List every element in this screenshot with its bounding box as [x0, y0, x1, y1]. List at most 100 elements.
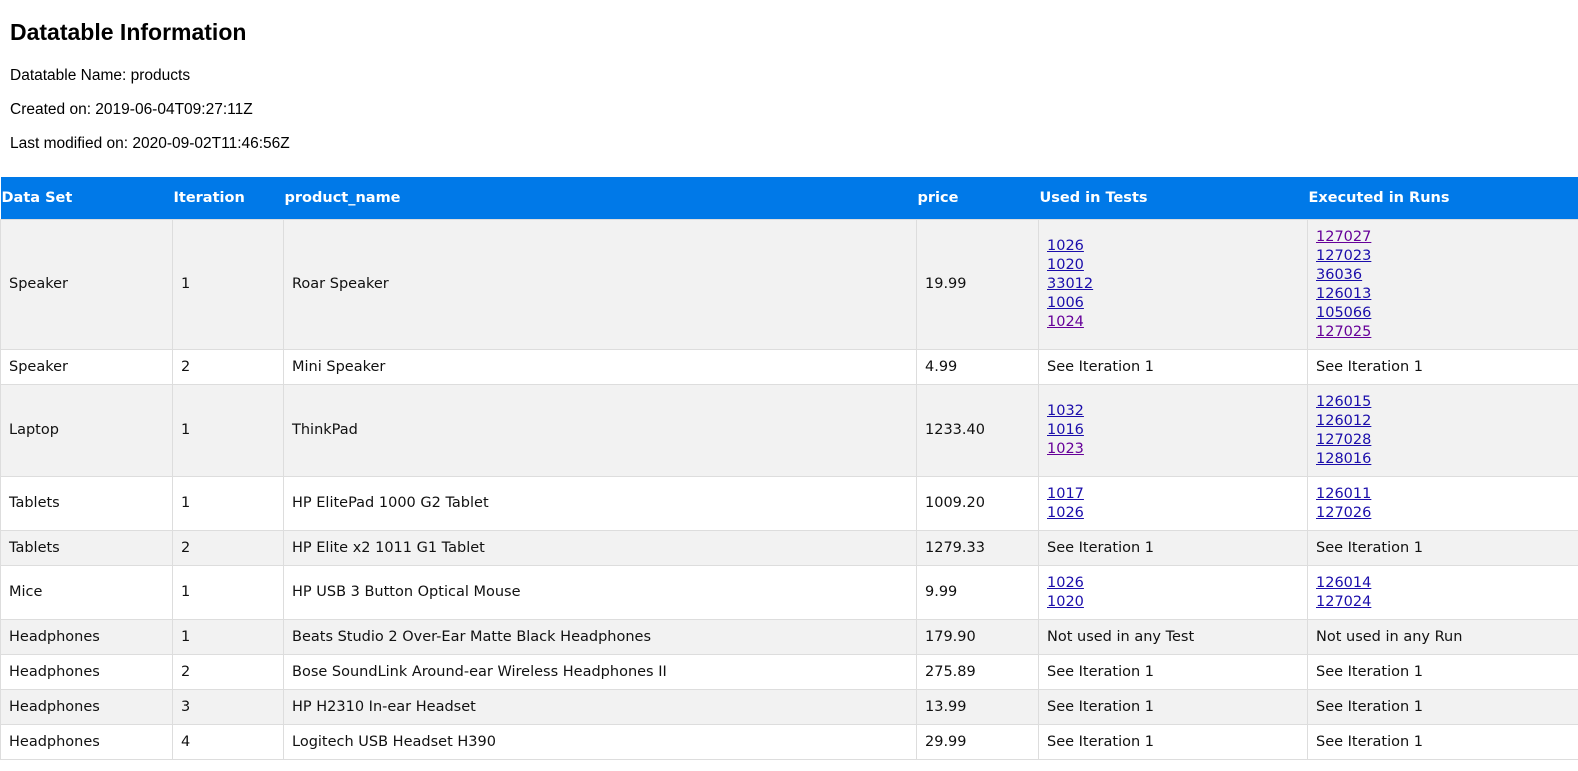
table-row: Headphones 4 Logitech USB Headset H390 29.9…: [0, 724, 1578, 760]
header-data-set: Data Set: [0, 177, 173, 220]
cell-executed-in-runs: 126015 126012 127028 128016: [1307, 384, 1578, 477]
cell-price: 9.99: [916, 565, 1039, 620]
header-iteration: Iteration: [172, 177, 284, 220]
run-link[interactable]: 36036: [1316, 266, 1570, 285]
datatable: Data Set Iteration product_name price Us…: [0, 177, 1578, 760]
cell-data-set: Speaker: [0, 219, 173, 350]
table-row: Headphones 3 HP H2310 In-ear Headset 13.99 S…: [0, 689, 1578, 725]
cell-data-set: Headphones: [0, 724, 173, 760]
cell-product-name: Roar Speaker: [283, 219, 917, 350]
cell-used-in-tests: 1026 1020: [1038, 565, 1308, 620]
test-link[interactable]: 1017: [1047, 485, 1299, 504]
cell-iteration: 4: [172, 724, 284, 760]
datatable-name: Datatable Name: products: [10, 67, 191, 84]
datatable-info: Datatable Information Datatable Name: pr…: [0, 0, 1578, 153]
cell-iteration: 2: [172, 654, 284, 690]
cell-price: 19.99: [916, 219, 1039, 350]
test-link[interactable]: 1020: [1047, 593, 1299, 612]
cell-price: 1009.20: [916, 476, 1039, 531]
test-link[interactable]: 1026: [1047, 574, 1299, 593]
test-link[interactable]: 1026: [1047, 237, 1299, 256]
run-link[interactable]: 127023: [1316, 247, 1570, 266]
cell-iteration: 1: [172, 384, 284, 477]
cell-data-set: Tablets: [0, 530, 173, 566]
run-link[interactable]: 128016: [1316, 450, 1570, 469]
cell-product-name: HP Elite x2 1011 G1 Tablet: [283, 530, 917, 566]
header-price: price: [916, 177, 1039, 220]
test-link[interactable]: 1023: [1047, 440, 1299, 459]
cell-product-name: ThinkPad: [283, 384, 917, 477]
table-row: Headphones 1 Beats Studio 2 Over-Ear Matte…: [0, 619, 1578, 655]
cell-price: 1233.40: [916, 384, 1039, 477]
cell-used-in-tests: 1032 1016 1023: [1038, 384, 1308, 477]
cell-iteration: 1: [172, 476, 284, 531]
run-link[interactable]: 105066: [1316, 304, 1570, 323]
cell-data-set: Mice: [0, 565, 173, 620]
cell-used-in-tests: See Iteration 1: [1038, 724, 1308, 760]
cell-executed-in-runs: See Iteration 1: [1307, 689, 1578, 725]
test-link[interactable]: 1024: [1047, 313, 1299, 332]
run-link[interactable]: 127024: [1316, 593, 1570, 612]
cell-price: 179.90: [916, 619, 1039, 655]
table-row: Mice 1 HP USB 3 Button Optical Mouse 9.99 10…: [0, 565, 1578, 620]
created-date: Created on: 2019-06-04T09:27:11Z: [10, 101, 253, 118]
test-link[interactable]: 1026: [1047, 504, 1299, 523]
test-link[interactable]: 1016: [1047, 421, 1299, 440]
run-link[interactable]: 126011: [1316, 485, 1570, 504]
cell-iteration: 2: [172, 530, 284, 566]
cell-iteration: 1: [172, 219, 284, 350]
table-row: Laptop 1 ThinkPad 1233.40 1032 1016 1023 126015…: [0, 384, 1578, 477]
cell-used-in-tests: See Iteration 1: [1038, 654, 1308, 690]
table-row: Headphones 2 Bose SoundLink Around-ear Wir…: [0, 654, 1578, 690]
test-link[interactable]: 1032: [1047, 402, 1299, 421]
cell-data-set: Headphones: [0, 619, 173, 655]
test-link[interactable]: 1006: [1047, 294, 1299, 313]
table-row: Tablets 2 HP Elite x2 1011 G1 Tablet 1279.3…: [0, 530, 1578, 566]
cell-price: 13.99: [916, 689, 1039, 725]
cell-used-in-tests: 1017 1026: [1038, 476, 1308, 531]
cell-product-name: Beats Studio 2 Over-Ear Matte Black Head…: [283, 619, 917, 655]
cell-executed-in-runs: 127027 127023 36036 126013 105066 127025: [1307, 219, 1578, 350]
cell-data-set: Laptop: [0, 384, 173, 477]
table-row: Speaker 1 Roar Speaker 19.99 1026 1020 33012 10…: [0, 219, 1578, 350]
header-used-in-tests: Used in Tests: [1038, 177, 1308, 220]
cell-executed-in-runs: 126011 127026: [1307, 476, 1578, 531]
modified-date: Last modified on: 2020-09-02T11:46:56Z: [10, 135, 290, 152]
test-link[interactable]: 33012: [1047, 275, 1299, 294]
run-link[interactable]: 126012: [1316, 412, 1570, 431]
cell-executed-in-runs: See Iteration 1: [1307, 654, 1578, 690]
run-link[interactable]: 127025: [1316, 323, 1570, 342]
header-product-name: product_name: [283, 177, 917, 220]
table-header-row: Data Set Iteration product_name price Us…: [0, 177, 1578, 220]
test-link[interactable]: 1020: [1047, 256, 1299, 275]
cell-data-set: Headphones: [0, 689, 173, 725]
cell-product-name: Mini Speaker: [283, 349, 917, 385]
table-row: Speaker 2 Mini Speaker 4.99 See Iteration 1S…: [0, 349, 1578, 385]
cell-executed-in-runs: 126014 127024: [1307, 565, 1578, 620]
table-row: Tablets 1 HP ElitePad 1000 G2 Tablet 1009.2…: [0, 476, 1578, 531]
page-title: Datatable Information: [10, 19, 247, 45]
cell-executed-in-runs: See Iteration 1: [1307, 349, 1578, 385]
cell-used-in-tests: 1026 1020 33012 1006 1024: [1038, 219, 1308, 350]
cell-iteration: 1: [172, 565, 284, 620]
run-link[interactable]: 126014: [1316, 574, 1570, 593]
cell-iteration: 1: [172, 619, 284, 655]
cell-product-name: Bose SoundLink Around-ear Wireless Headp…: [283, 654, 917, 690]
run-link[interactable]: 127026: [1316, 504, 1570, 523]
cell-product-name: HP USB 3 Button Optical Mouse: [283, 565, 917, 620]
cell-used-in-tests: See Iteration 1: [1038, 689, 1308, 725]
run-link[interactable]: 127027: [1316, 228, 1570, 247]
cell-price: 29.99: [916, 724, 1039, 760]
run-link[interactable]: 127028: [1316, 431, 1570, 450]
run-link[interactable]: 126013: [1316, 285, 1570, 304]
run-link[interactable]: 126015: [1316, 393, 1570, 412]
cell-executed-in-runs: Not used in any Run: [1307, 619, 1578, 655]
cell-iteration: 2: [172, 349, 284, 385]
cell-product-name: HP H2310 In-ear Headset: [283, 689, 917, 725]
cell-price: 4.99: [916, 349, 1039, 385]
cell-product-name: HP ElitePad 1000 G2 Tablet: [283, 476, 917, 531]
cell-data-set: Headphones: [0, 654, 173, 690]
cell-price: 1279.33: [916, 530, 1039, 566]
cell-price: 275.89: [916, 654, 1039, 690]
cell-used-in-tests: See Iteration 1: [1038, 349, 1308, 385]
